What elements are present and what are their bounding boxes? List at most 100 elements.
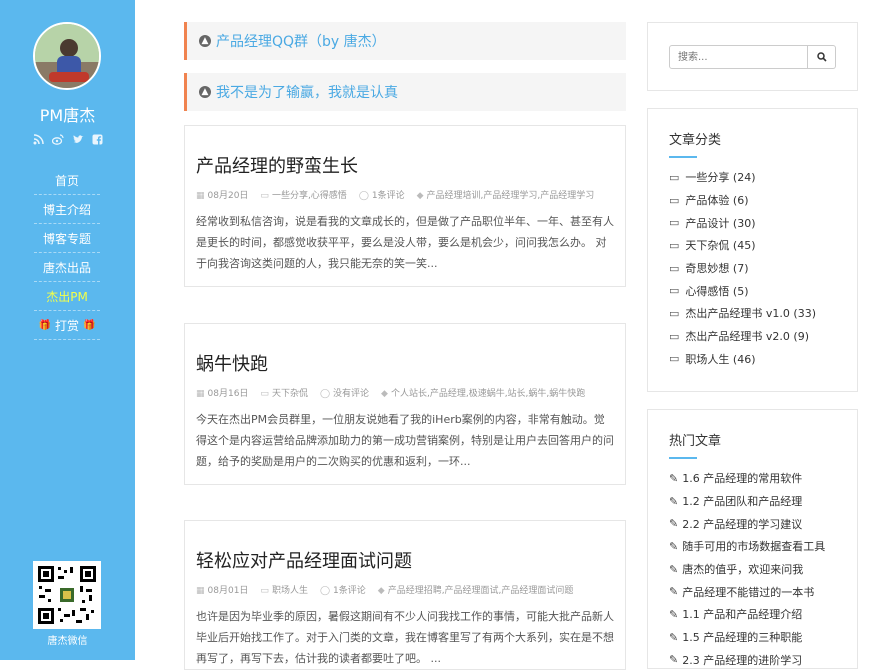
category-item[interactable]: ▭产品体验 (6): [669, 189, 836, 212]
nav-topics[interactable]: 博客专题: [34, 224, 100, 253]
post-card: 产品经理的野蛮生长 ▦08月20日 ▭一些分享,心得感悟 ◯1条评论 ◆产品经理…: [184, 125, 626, 287]
tag-icon: ◆: [381, 389, 388, 399]
site-title[interactable]: PM唐杰: [0, 102, 135, 126]
post-tags[interactable]: 产品经理招聘,产品经理面试,产品经理面试问题: [388, 586, 574, 596]
category-label: 产品设计 (30): [685, 215, 755, 231]
category-label: 奇思妙想 (7): [685, 260, 748, 276]
hot-post-item[interactable]: ✎ 唐杰的值乎，欢迎来问我: [669, 558, 836, 581]
hot-post-item[interactable]: ✎ 1.1 产品和产品经理介绍: [669, 603, 836, 626]
nav-products[interactable]: 唐杰出品: [34, 253, 100, 282]
title-underline: [669, 156, 697, 158]
hot-post-item[interactable]: ✎1.5 产品经理的三种职能: [669, 626, 836, 649]
post-excerpt: 经常收到私信咨询，说是看我的文章成长的，但是做了产品职位半年、一年、甚至有人是更…: [196, 211, 614, 274]
category-item[interactable]: ▭ 职场人生 (46): [669, 348, 836, 371]
arrow-up-circle-icon: ▲: [199, 35, 211, 47]
notice-text: 我不是为了输赢，我就是认真: [216, 82, 398, 102]
pencil-icon: ✎: [669, 472, 678, 485]
search-input[interactable]: [669, 45, 808, 69]
folder-icon: ▭: [669, 194, 679, 207]
hot-post-label: 1.5 产品经理的三种职能: [682, 629, 802, 645]
hot-post-label: 1.1 产品和产品经理介绍: [682, 606, 802, 622]
folder-icon: ▭: [669, 284, 679, 297]
hot-post-label: 随手可用的市场数据查看工具: [682, 538, 825, 554]
post-category[interactable]: 一些分享,心得感悟: [272, 191, 347, 201]
hot-post-item[interactable]: ✎ 1.2 产品团队和产品经理: [669, 490, 836, 513]
hot-post-item[interactable]: ✎2.2 产品经理的学习建议: [669, 512, 836, 535]
pencil-icon: ✎: [669, 495, 678, 508]
notice-motto[interactable]: ▲ 我不是为了输赢，我就是认真: [184, 73, 626, 111]
category-item[interactable]: ▭ 天下杂侃 (45): [669, 234, 836, 257]
category-item[interactable]: ▭一些分享 (24): [669, 166, 836, 189]
post-category[interactable]: 职场人生: [272, 586, 308, 596]
title-underline: [669, 457, 697, 459]
pencil-icon: ✎: [669, 563, 678, 576]
facebook-icon[interactable]: [92, 134, 103, 148]
calendar-icon: ▦: [196, 389, 205, 399]
folder-icon: ▭: [260, 389, 269, 399]
hot-post-item[interactable]: ✎随手可用的市场数据查看工具: [669, 535, 836, 558]
hot-post-item[interactable]: ✎ 产品经理不能错过的一本书: [669, 580, 836, 603]
notice-qq-group[interactable]: ▲ 产品经理QQ群（by 唐杰）: [184, 22, 626, 60]
folder-icon: ▭: [260, 191, 269, 201]
post-date: 08月16日: [208, 389, 249, 399]
hot-post-label: 产品经理不能错过的一本书: [682, 584, 814, 600]
wechat-qr-code: [33, 561, 101, 629]
sidebar-nav: 首页 博主介绍 博客专题 唐杰出品 杰出PM 🎁 打赏 🎁: [34, 166, 100, 340]
post-date: 08月01日: [208, 586, 249, 596]
hot-post-label: 1.2 产品团队和产品经理: [682, 493, 802, 509]
post-meta: ▦08月01日 ▭职场人生 ◯1条评论 ◆产品经理招聘,产品经理面试,产品经理面…: [196, 583, 614, 596]
hot-post-label: 唐杰的值乎，欢迎来问我: [682, 561, 803, 577]
category-item[interactable]: ▭ 奇思妙想 (7): [669, 257, 836, 280]
folder-icon: ▭: [669, 262, 679, 275]
search-widget: [647, 22, 858, 91]
category-item[interactable]: ▭ 杰出产品经理书 v1.0 (33): [669, 302, 836, 325]
category-label: 天下杂侃 (45): [685, 237, 755, 253]
calendar-icon: ▦: [196, 191, 205, 201]
gift-icon: 🎁: [39, 320, 51, 331]
post-comments[interactable]: 1条评论: [333, 586, 366, 596]
category-label: 职场人生 (46): [685, 351, 755, 367]
pencil-icon: ✎: [669, 608, 678, 621]
comment-icon: ◯: [320, 389, 330, 399]
search-icon: [817, 52, 827, 62]
category-label: 杰出产品经理书 v2.0 (9): [685, 328, 809, 344]
nav-home[interactable]: 首页: [34, 166, 100, 195]
nav-jiechu-pm[interactable]: 杰出PM: [34, 282, 100, 311]
folder-icon: ▭: [669, 239, 679, 252]
avatar[interactable]: [33, 22, 101, 90]
hot-post-item[interactable]: ✎1.6 产品经理的常用软件: [669, 467, 836, 490]
post-comments[interactable]: 没有评论: [333, 389, 369, 399]
category-list: ▭一些分享 (24) ▭产品体验 (6) ▭产品设计 (30) ▭天下杂侃 (4…: [669, 166, 836, 370]
nav-about[interactable]: 博主介绍: [34, 195, 100, 224]
folder-icon: ▭: [669, 307, 679, 320]
post-title[interactable]: 产品经理的野蛮生长: [196, 152, 614, 178]
twitter-icon[interactable]: [72, 134, 84, 148]
folder-icon: ▭: [669, 352, 679, 365]
category-label: 杰出产品经理书 v1.0 (33): [685, 305, 816, 321]
post-category[interactable]: 天下杂侃: [272, 389, 308, 399]
post-title[interactable]: 轻松应对产品经理面试问题: [196, 547, 614, 573]
arrow-up-circle-icon: ▲: [199, 86, 211, 98]
category-item[interactable]: ▭产品设计 (30): [669, 211, 836, 234]
rss-icon[interactable]: [33, 134, 44, 148]
category-item[interactable]: ▭杰出产品经理书 v2.0 (9): [669, 325, 836, 348]
qr-caption: 唐杰微信: [0, 632, 135, 647]
widget-title: 文章分类: [669, 129, 836, 148]
post-title[interactable]: 蜗牛快跑: [196, 350, 614, 376]
post-card: 蜗牛快跑 ▦08月16日 ▭天下杂侃 ◯没有评论 ◆个人站长,产品经理,极速蜗牛…: [184, 323, 626, 485]
pencil-icon: ✎: [669, 517, 678, 530]
search-button[interactable]: [808, 45, 836, 69]
nav-donate[interactable]: 🎁 打赏 🎁: [34, 311, 100, 340]
post-tags[interactable]: 个人站长,产品经理,极速蜗牛,站长,蜗牛,蜗牛快跑: [391, 389, 585, 399]
widget-title: 热门文章: [669, 430, 836, 449]
category-label: 心得感悟 (5): [685, 283, 748, 299]
pencil-icon: ✎: [669, 585, 678, 598]
category-item[interactable]: ▭ 心得感悟 (5): [669, 279, 836, 302]
notice-text: 产品经理QQ群（by 唐杰）: [216, 31, 386, 51]
post-date: 08月20日: [208, 191, 249, 201]
post-comments[interactable]: 1条评论: [372, 191, 405, 201]
post-tags[interactable]: 产品经理培训,产品经理学习,产品经理学习: [427, 191, 595, 201]
gift-icon: 🎁: [83, 320, 95, 331]
weibo-icon[interactable]: [52, 134, 64, 148]
folder-icon: ▭: [669, 171, 679, 184]
